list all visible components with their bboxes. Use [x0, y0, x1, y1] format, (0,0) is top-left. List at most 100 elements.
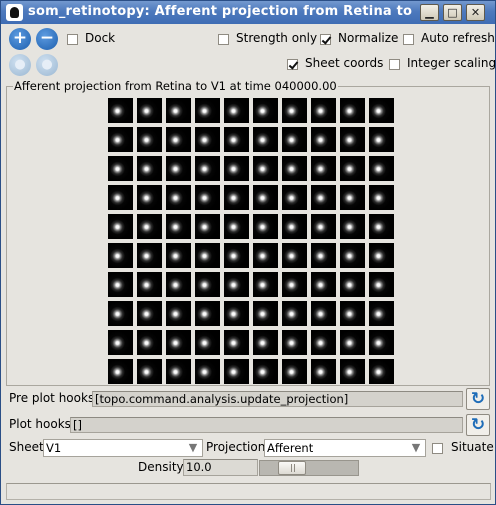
zoom-in-button[interactable]: + [9, 28, 31, 50]
weight-cell[interactable] [224, 185, 249, 210]
weight-cell[interactable] [311, 98, 336, 123]
weight-cell[interactable] [369, 272, 394, 297]
close-button[interactable]: ✕ [466, 4, 485, 21]
weight-cell[interactable] [108, 359, 133, 384]
weight-cell[interactable] [195, 185, 220, 210]
weight-cell[interactable] [282, 272, 307, 297]
weight-cell[interactable] [340, 127, 365, 152]
weight-cell[interactable] [340, 214, 365, 239]
density-slider[interactable] [259, 460, 359, 476]
weight-cell[interactable] [311, 243, 336, 268]
weight-cell[interactable] [137, 243, 162, 268]
weight-cell[interactable] [166, 301, 191, 326]
weight-cell[interactable] [166, 272, 191, 297]
weight-cell[interactable] [108, 214, 133, 239]
weight-cell[interactable] [311, 156, 336, 181]
plot-refresh-button[interactable]: ↻ [466, 414, 490, 436]
dock-checkbox[interactable] [67, 34, 78, 45]
weight-cell[interactable] [282, 243, 307, 268]
weight-cell[interactable] [311, 185, 336, 210]
weight-cell[interactable] [369, 156, 394, 181]
weight-cell[interactable] [282, 156, 307, 181]
weight-cell[interactable] [369, 243, 394, 268]
weight-cell[interactable] [311, 359, 336, 384]
weight-cell[interactable] [369, 214, 394, 239]
weight-cell[interactable] [311, 330, 336, 355]
integer-scaling-checkbox[interactable] [389, 59, 400, 70]
weight-cell[interactable] [195, 243, 220, 268]
zoom-out-button[interactable]: − [36, 28, 58, 50]
weight-cell[interactable] [340, 359, 365, 384]
weight-cell[interactable] [224, 330, 249, 355]
weight-cell[interactable] [253, 272, 278, 297]
weight-cell[interactable] [166, 156, 191, 181]
weight-cell[interactable] [282, 301, 307, 326]
situate-checkbox[interactable] [432, 443, 443, 454]
weight-cell[interactable] [137, 214, 162, 239]
weight-cell[interactable] [369, 359, 394, 384]
title-bar[interactable]: som_retinotopy: Afferent projection from… [1, 1, 495, 24]
plot-hooks-field[interactable]: [] [70, 417, 463, 433]
weight-cell[interactable] [224, 301, 249, 326]
weight-cell[interactable] [137, 98, 162, 123]
weight-cell[interactable] [137, 301, 162, 326]
weight-cell[interactable] [282, 214, 307, 239]
weight-cell[interactable] [253, 127, 278, 152]
weight-cell[interactable] [282, 359, 307, 384]
weight-cell[interactable] [253, 185, 278, 210]
weight-cell[interactable] [166, 330, 191, 355]
weight-cell[interactable] [369, 301, 394, 326]
weight-cell[interactable] [369, 98, 394, 123]
weight-cell[interactable] [195, 330, 220, 355]
app-icon[interactable] [6, 4, 23, 21]
weight-cell[interactable] [166, 98, 191, 123]
weight-cell[interactable] [137, 185, 162, 210]
weight-cell[interactable] [108, 272, 133, 297]
weight-cell[interactable] [108, 156, 133, 181]
weight-cell[interactable] [253, 156, 278, 181]
weight-cell[interactable] [224, 156, 249, 181]
weight-cell[interactable] [224, 359, 249, 384]
weight-cell[interactable] [224, 272, 249, 297]
weight-cell[interactable] [195, 301, 220, 326]
weight-cell[interactable] [224, 214, 249, 239]
weight-cell[interactable] [340, 156, 365, 181]
weight-cell[interactable] [195, 214, 220, 239]
weight-cell[interactable] [253, 98, 278, 123]
weight-cell[interactable] [369, 185, 394, 210]
weight-cell[interactable] [195, 156, 220, 181]
pre-plot-refresh-button[interactable]: ↻ [466, 388, 490, 410]
weight-cell[interactable] [224, 127, 249, 152]
auto-refresh-checkbox[interactable] [403, 34, 414, 45]
weight-cell[interactable] [282, 330, 307, 355]
weight-cell[interactable] [137, 127, 162, 152]
weight-cell[interactable] [253, 330, 278, 355]
weight-cell[interactable] [282, 127, 307, 152]
minimize-button[interactable]: ▁ [420, 4, 439, 21]
forward-button[interactable]: ● [36, 54, 58, 76]
weight-cell[interactable] [369, 127, 394, 152]
pre-plot-hooks-field[interactable]: [topo.command.analysis.update_projection… [92, 391, 463, 407]
projection-grid[interactable] [106, 96, 394, 384]
sheet-coords-checkbox[interactable] [287, 59, 298, 70]
weight-cell[interactable] [340, 185, 365, 210]
weight-cell[interactable] [282, 185, 307, 210]
weight-cell[interactable] [108, 185, 133, 210]
weight-cell[interactable] [166, 359, 191, 384]
weight-cell[interactable] [311, 214, 336, 239]
projection-select[interactable]: Afferent ▼ [264, 439, 426, 457]
weight-cell[interactable] [311, 272, 336, 297]
weight-cell[interactable] [311, 127, 336, 152]
weight-cell[interactable] [340, 301, 365, 326]
weight-cell[interactable] [224, 98, 249, 123]
weight-cell[interactable] [137, 330, 162, 355]
weight-cell[interactable] [108, 301, 133, 326]
weight-cell[interactable] [108, 243, 133, 268]
weight-cell[interactable] [108, 330, 133, 355]
weight-cell[interactable] [108, 98, 133, 123]
weight-cell[interactable] [137, 156, 162, 181]
weight-cell[interactable] [195, 272, 220, 297]
weight-cell[interactable] [137, 359, 162, 384]
strength-only-checkbox[interactable] [218, 34, 229, 45]
weight-cell[interactable] [340, 243, 365, 268]
